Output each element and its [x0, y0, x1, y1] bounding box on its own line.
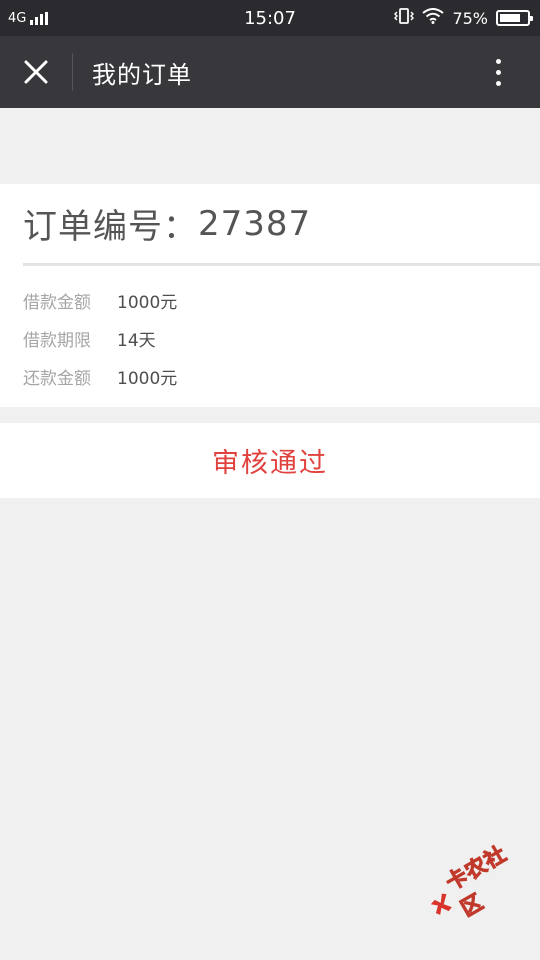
detail-label: 还款金额: [23, 368, 91, 389]
order-card: 订单编号： 27387 借款金额 1000元 借款期限 14天 还款金额 100…: [0, 184, 540, 407]
detail-row-repayment-amount: 还款金额 1000元: [0, 357, 540, 395]
more-icon-dot: [495, 80, 501, 86]
order-number-value: 27387: [198, 203, 312, 244]
battery-percent: 75%: [452, 8, 488, 28]
detail-row-loan-amount: 借款金额 1000元: [0, 281, 540, 319]
network-indicator: 4G: [8, 10, 49, 26]
detail-row-loan-term: 借款期限 14天: [0, 319, 540, 357]
order-details: 借款金额 1000元 借款期限 14天 还款金额 1000元: [0, 266, 540, 395]
watermark: 卡农社区: [417, 830, 540, 936]
more-options-button[interactable]: [468, 36, 528, 108]
order-status: 审核通过: [0, 423, 540, 498]
order-number: 订单编号： 27387: [0, 184, 540, 263]
wifi-icon: [422, 8, 445, 28]
network-type: 4G: [8, 10, 27, 26]
order-number-label: 订单编号：: [23, 207, 198, 247]
detail-label: 借款金额: [23, 292, 91, 313]
status-bar: 4G 15:07 75%: [0, 0, 540, 36]
battery-icon: [496, 10, 533, 26]
detail-value: 14天: [117, 330, 156, 351]
signal-icon: [30, 11, 49, 25]
more-icon-dot: [495, 69, 501, 75]
more-icon-dot: [495, 58, 501, 64]
vibrate-icon: [394, 7, 415, 29]
nav-bar: 我的订单: [0, 36, 540, 108]
detail-value: 1000元: [117, 292, 178, 313]
detail-value: 1000元: [117, 368, 178, 389]
close-button[interactable]: [0, 36, 72, 108]
close-icon: [24, 60, 48, 84]
page-title: 我的订单: [92, 60, 192, 89]
nav-divider: [72, 53, 73, 91]
detail-label: 借款期限: [23, 330, 91, 351]
